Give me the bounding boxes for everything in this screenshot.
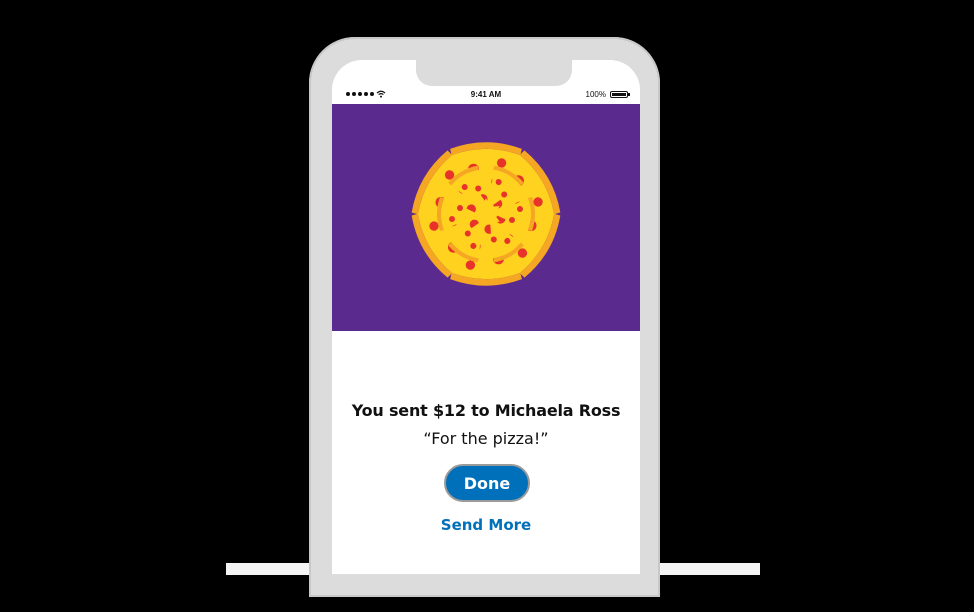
battery-icon [610,91,630,98]
status-bar: 9:41 AM 100% [332,88,640,104]
phone-notch [416,60,572,86]
send-more-link[interactable]: Send More [332,516,640,534]
stage: 9:41 AM 100% You sent $12 to Michaela Ro… [0,0,974,612]
payment-memo: “For the pizza!” [423,429,549,448]
battery-percentage: 100% [585,90,606,99]
done-button[interactable]: Done [444,464,530,502]
pizza-illustration [332,104,640,331]
confirmation-panel: You sent $12 to Michaela Ross “For the p… [332,331,640,574]
phone-screen: 9:41 AM 100% You sent $12 to Michaela Ro… [332,60,640,574]
payment-headline: You sent $12 to Michaela Ross [351,401,621,420]
pizza-pattern [405,142,567,286]
